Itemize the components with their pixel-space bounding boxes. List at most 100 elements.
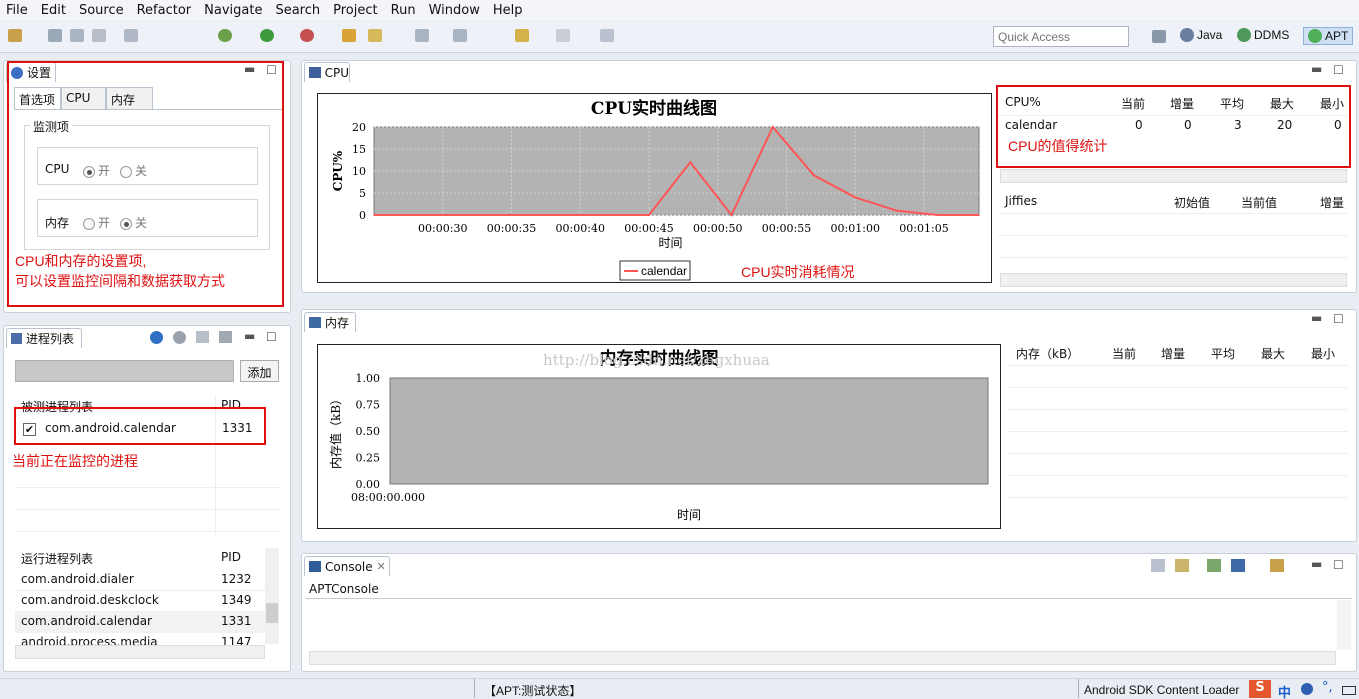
perspective-ddms[interactable]: DDMS bbox=[1237, 28, 1289, 42]
menu-edit[interactable]: Edit bbox=[41, 3, 66, 18]
keyboard-icon[interactable] bbox=[1342, 686, 1356, 695]
x-tick-label: 00:00:55 bbox=[762, 222, 811, 235]
list-item[interactable]: com.android.dialer 1232 bbox=[15, 570, 265, 591]
apt-icon bbox=[1308, 29, 1322, 43]
memory-minimize-icon[interactable]: ▬ bbox=[1311, 311, 1322, 325]
tab-cpu-view[interactable]: CPU bbox=[304, 62, 350, 82]
pin-icon[interactable] bbox=[600, 29, 614, 42]
back-icon[interactable] bbox=[515, 29, 529, 42]
y-tick-label: 0 bbox=[359, 209, 366, 222]
run-icon[interactable] bbox=[260, 29, 274, 42]
menu-file[interactable]: File bbox=[6, 3, 28, 18]
menu-refactor[interactable]: Refactor bbox=[137, 3, 192, 18]
process-highlight bbox=[14, 407, 266, 445]
watermark: http://blog.csdn.net/zhgxhuaa bbox=[543, 351, 770, 369]
y-tick-label: 5 bbox=[359, 187, 366, 200]
x-tick-label: 00:01:00 bbox=[831, 222, 880, 235]
tab-process-list[interactable]: 进程列表 bbox=[6, 328, 82, 348]
y-tick-label: 1.00 bbox=[356, 372, 381, 385]
debug-icon[interactable] bbox=[218, 29, 232, 42]
image-icon[interactable] bbox=[196, 331, 209, 343]
scroll-lock-icon[interactable] bbox=[1175, 559, 1189, 572]
ime-logo-icon[interactable]: S bbox=[1249, 680, 1271, 698]
save-icon[interactable] bbox=[48, 29, 62, 42]
quick-access-input[interactable] bbox=[993, 26, 1129, 47]
pause-icon[interactable] bbox=[150, 331, 163, 344]
running-vscrollbar[interactable] bbox=[265, 548, 279, 644]
memory-maximize-icon[interactable]: ☐ bbox=[1333, 312, 1344, 326]
jiffies-hscrollbar[interactable] bbox=[1000, 273, 1347, 287]
refresh-icon[interactable] bbox=[173, 331, 186, 344]
process-input[interactable] bbox=[15, 360, 234, 382]
settings-annotation-1: CPU和内存的设置项, bbox=[15, 253, 147, 269]
x-axis-label: 时间 bbox=[677, 508, 701, 522]
x-tick-label: 00:00:35 bbox=[487, 222, 536, 235]
process-minimize-icon[interactable]: ▬ bbox=[244, 329, 255, 343]
perspective-java[interactable]: Java bbox=[1180, 28, 1222, 42]
list-icon bbox=[11, 333, 22, 344]
process-annotation: 当前正在监控的进程 bbox=[12, 453, 138, 469]
status-right: Android SDK Content Loader bbox=[1084, 683, 1240, 697]
new-icon[interactable] bbox=[8, 29, 22, 42]
menu-run[interactable]: Run bbox=[391, 3, 416, 18]
console-hscrollbar[interactable] bbox=[309, 651, 1336, 665]
ime-mode[interactable]: 中 bbox=[1278, 682, 1291, 699]
pin-console-icon[interactable] bbox=[1207, 559, 1221, 572]
process-maximize-icon[interactable]: ☐ bbox=[266, 330, 277, 344]
x-tick-label: 00:00:45 bbox=[624, 222, 673, 235]
data-point bbox=[895, 209, 898, 212]
stats-annotation: CPU的值得统计 bbox=[1008, 138, 1108, 154]
y-tick-label: 0.50 bbox=[356, 425, 381, 438]
list-item[interactable]: com.android.calendar 1331 bbox=[15, 612, 265, 633]
cpu-chart-annotation: CPU实时消耗情况 bbox=[741, 264, 855, 280]
menu-search[interactable]: Search bbox=[275, 3, 320, 18]
x-tick-label: 00:00:50 bbox=[693, 222, 742, 235]
moon-icon[interactable] bbox=[1301, 683, 1313, 695]
console-vscrollbar[interactable] bbox=[1337, 600, 1351, 650]
tab-memory-view[interactable]: 内存 bbox=[304, 312, 356, 332]
menu-source[interactable]: Source bbox=[79, 3, 124, 18]
menu-help[interactable]: Help bbox=[493, 3, 523, 18]
console-minimize-icon[interactable]: ▬ bbox=[1311, 557, 1322, 571]
perspective-apt[interactable]: APT bbox=[1303, 27, 1354, 45]
add-button[interactable]: 添加 bbox=[240, 360, 279, 382]
tool-icon[interactable] bbox=[124, 29, 138, 42]
search-tool-icon[interactable] bbox=[368, 29, 382, 42]
clear-console-icon[interactable] bbox=[1151, 559, 1165, 572]
save-all-icon[interactable] bbox=[70, 29, 84, 42]
open-console-icon[interactable] bbox=[1270, 559, 1284, 572]
monitor-icon bbox=[309, 67, 321, 78]
punctuation-icon[interactable]: °, bbox=[1322, 680, 1333, 695]
settings-annotation-2: 可以设置监控间隔和数据获取方式 bbox=[15, 273, 225, 289]
scroll-thumb[interactable] bbox=[266, 603, 278, 623]
open-perspective-icon[interactable] bbox=[1152, 30, 1166, 43]
console-maximize-icon[interactable]: ☐ bbox=[1333, 558, 1344, 572]
next-annotation-icon[interactable] bbox=[415, 29, 429, 42]
forward-icon[interactable] bbox=[556, 29, 570, 42]
menu-navigate[interactable]: Navigate bbox=[204, 3, 262, 18]
row-divider bbox=[15, 509, 280, 510]
tab-console[interactable]: Console ✕ bbox=[304, 556, 390, 576]
stats-hscrollbar[interactable] bbox=[1000, 169, 1347, 183]
cpu-minimize-icon[interactable]: ▬ bbox=[1311, 62, 1322, 76]
device-icon[interactable] bbox=[219, 331, 232, 343]
jiffies-table: Jiffies 初始值 当前值 增量 bbox=[998, 186, 1347, 271]
open-type-icon[interactable] bbox=[342, 29, 356, 42]
menu-window[interactable]: Window bbox=[429, 3, 480, 18]
list-item[interactable]: android.process.media 1147 bbox=[15, 633, 265, 645]
external-tools-icon[interactable] bbox=[300, 29, 314, 42]
cpu-maximize-icon[interactable]: ☐ bbox=[1333, 63, 1344, 77]
prev-annotation-icon[interactable] bbox=[453, 29, 467, 42]
y-axis-label: 内存值（kB） bbox=[328, 393, 343, 469]
list-item[interactable]: com.android.deskclock 1349 bbox=[15, 591, 265, 612]
cpu-chart: CPU实时曲线图 0 5 10 15 20 00:00:30 00:00:35 00:00:40… bbox=[331, 98, 980, 281]
data-point bbox=[936, 214, 939, 216]
running-hscrollbar[interactable] bbox=[15, 645, 265, 659]
print-icon[interactable] bbox=[92, 29, 106, 42]
java-icon bbox=[1180, 28, 1194, 42]
menu-project[interactable]: Project bbox=[333, 3, 377, 18]
console-divider bbox=[306, 598, 1352, 599]
data-point bbox=[854, 196, 857, 199]
display-console-icon[interactable] bbox=[1231, 559, 1245, 572]
close-icon[interactable]: ✕ bbox=[377, 560, 386, 573]
